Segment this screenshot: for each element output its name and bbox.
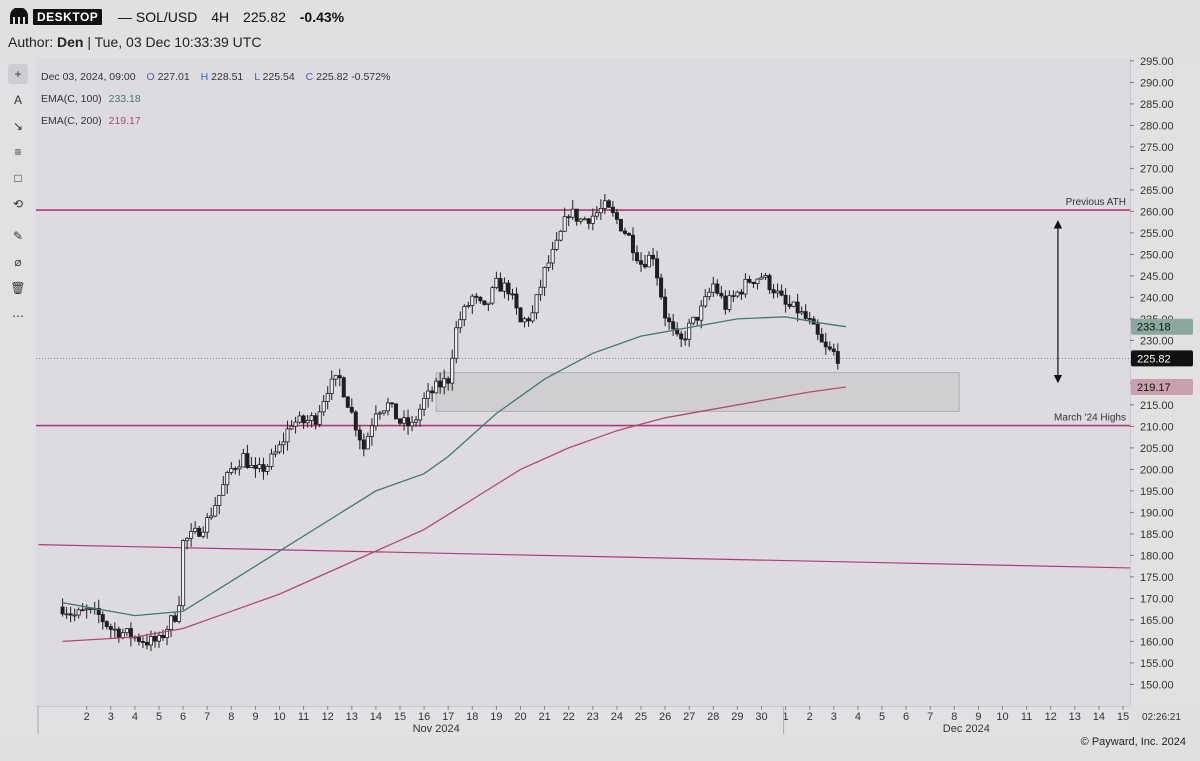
brush-icon[interactable]: ✎	[8, 226, 28, 246]
author-line: Author: Den | Tue, 03 Dec 10:33:39 UTC	[8, 34, 261, 50]
hide-icon[interactable]: ⌀	[8, 252, 28, 272]
price-axis[interactable]	[1130, 58, 1200, 706]
fib-icon[interactable]: ≡	[8, 142, 28, 162]
ema200-value: 219.17	[108, 115, 141, 127]
author-meta: | Tue, 03 Dec 10:33:39 UTC	[87, 34, 262, 50]
clock: 02:26:21	[1142, 712, 1181, 723]
high-value: 228.51	[211, 71, 244, 83]
arrow-icon[interactable]: ↘	[8, 116, 28, 136]
author-name: Den	[57, 34, 84, 50]
open-value: 227.01	[157, 71, 190, 83]
kraken-logo: DESKTOP	[8, 8, 103, 25]
text-icon[interactable]: A	[8, 90, 28, 110]
trash-icon[interactable]: 🗑	[8, 278, 28, 298]
kraken-logo-icon	[10, 8, 28, 24]
ema100-label: EMA(C, 100)	[41, 93, 102, 105]
more-icon[interactable]: ⋯	[8, 306, 28, 326]
ema200-label: EMA(C, 200)	[41, 115, 102, 127]
chart-legend: Dec 03, 2024, 09:00 O 227.01 H 228.51 L …	[41, 71, 390, 137]
chart-panel[interactable]	[36, 58, 1130, 706]
price-change: -0.43%	[299, 9, 345, 25]
legend-change: -0.572%	[351, 71, 391, 83]
author-label: Author:	[8, 34, 54, 50]
time-axis[interactable]	[36, 706, 1130, 737]
close-label: C	[305, 71, 314, 83]
open-label: O	[146, 71, 155, 83]
ema100-row[interactable]: EMA(C, 100) 233.18	[41, 93, 390, 115]
low-label: L	[254, 71, 260, 83]
logo-text: DESKTOP	[33, 8, 103, 25]
crosshair-icon[interactable]: +	[8, 64, 28, 84]
measure-icon[interactable]: ⟲	[8, 194, 28, 214]
ema100-value: 233.18	[108, 93, 141, 105]
symbol-name[interactable]: — SOL/USD	[118, 9, 197, 25]
high-label: H	[200, 71, 209, 83]
close-value: 225.82	[316, 71, 349, 83]
copyright: © Payward, Inc. 2024	[1080, 736, 1186, 748]
footer: © Payward, Inc. 2024	[0, 736, 1200, 761]
symbol-info: — SOL/USD 4H 225.82 -0.43%	[118, 9, 354, 25]
rectangle-icon[interactable]: □	[8, 168, 28, 188]
legend-date: Dec 03, 2024, 09:00	[41, 71, 136, 83]
interval[interactable]: 4H	[211, 9, 229, 25]
ohlc-row: Dec 03, 2024, 09:00 O 227.01 H 228.51 L …	[41, 71, 390, 93]
drawing-toolbar: + A ↘ ≡ □ ⟲ ✎ ⌀ 🗑 ⋯	[0, 58, 37, 736]
chart-header: DESKTOP — SOL/USD 4H 225.82 -0.43% Autho…	[0, 0, 1200, 58]
low-value: 225.54	[262, 71, 295, 83]
last-price: 225.82	[243, 9, 286, 25]
ema200-row[interactable]: EMA(C, 200) 219.17	[41, 115, 390, 137]
